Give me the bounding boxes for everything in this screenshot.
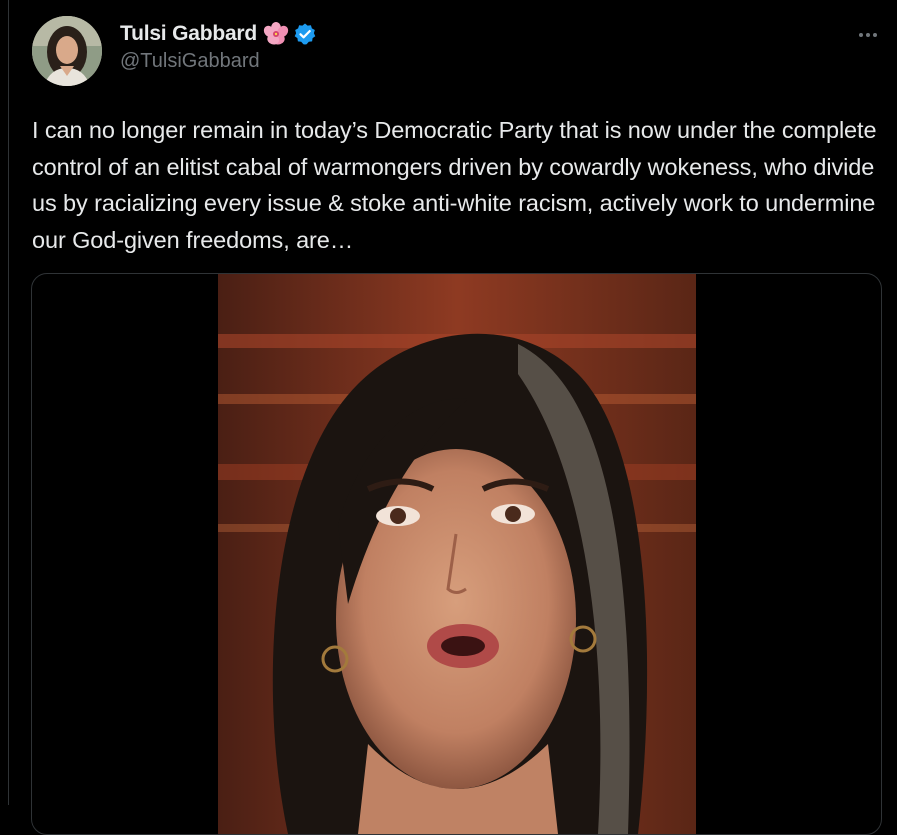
tweet-text: I can no longer remain in today’s Democr… [32, 117, 877, 253]
author-handle[interactable]: @TulsiGabbard [120, 50, 317, 73]
avatar[interactable] [32, 16, 102, 86]
video-player[interactable] [31, 273, 882, 835]
video-thumbnail[interactable] [218, 274, 696, 834]
author-display-name[interactable]: Tulsi Gabbard [120, 22, 257, 46]
author-header: Tulsi Gabbard @TulsiGabbard [120, 20, 317, 73]
hibiscus-emoji-icon [263, 21, 289, 47]
verified-badge-icon[interactable] [293, 22, 317, 46]
tweet[interactable]: Tulsi Gabbard @TulsiGabbard I can no lon… [0, 0, 897, 835]
timeline-divider [8, 0, 9, 805]
avatar-image [32, 16, 102, 86]
more-icon [859, 33, 863, 37]
more-options-button[interactable] [853, 20, 883, 50]
